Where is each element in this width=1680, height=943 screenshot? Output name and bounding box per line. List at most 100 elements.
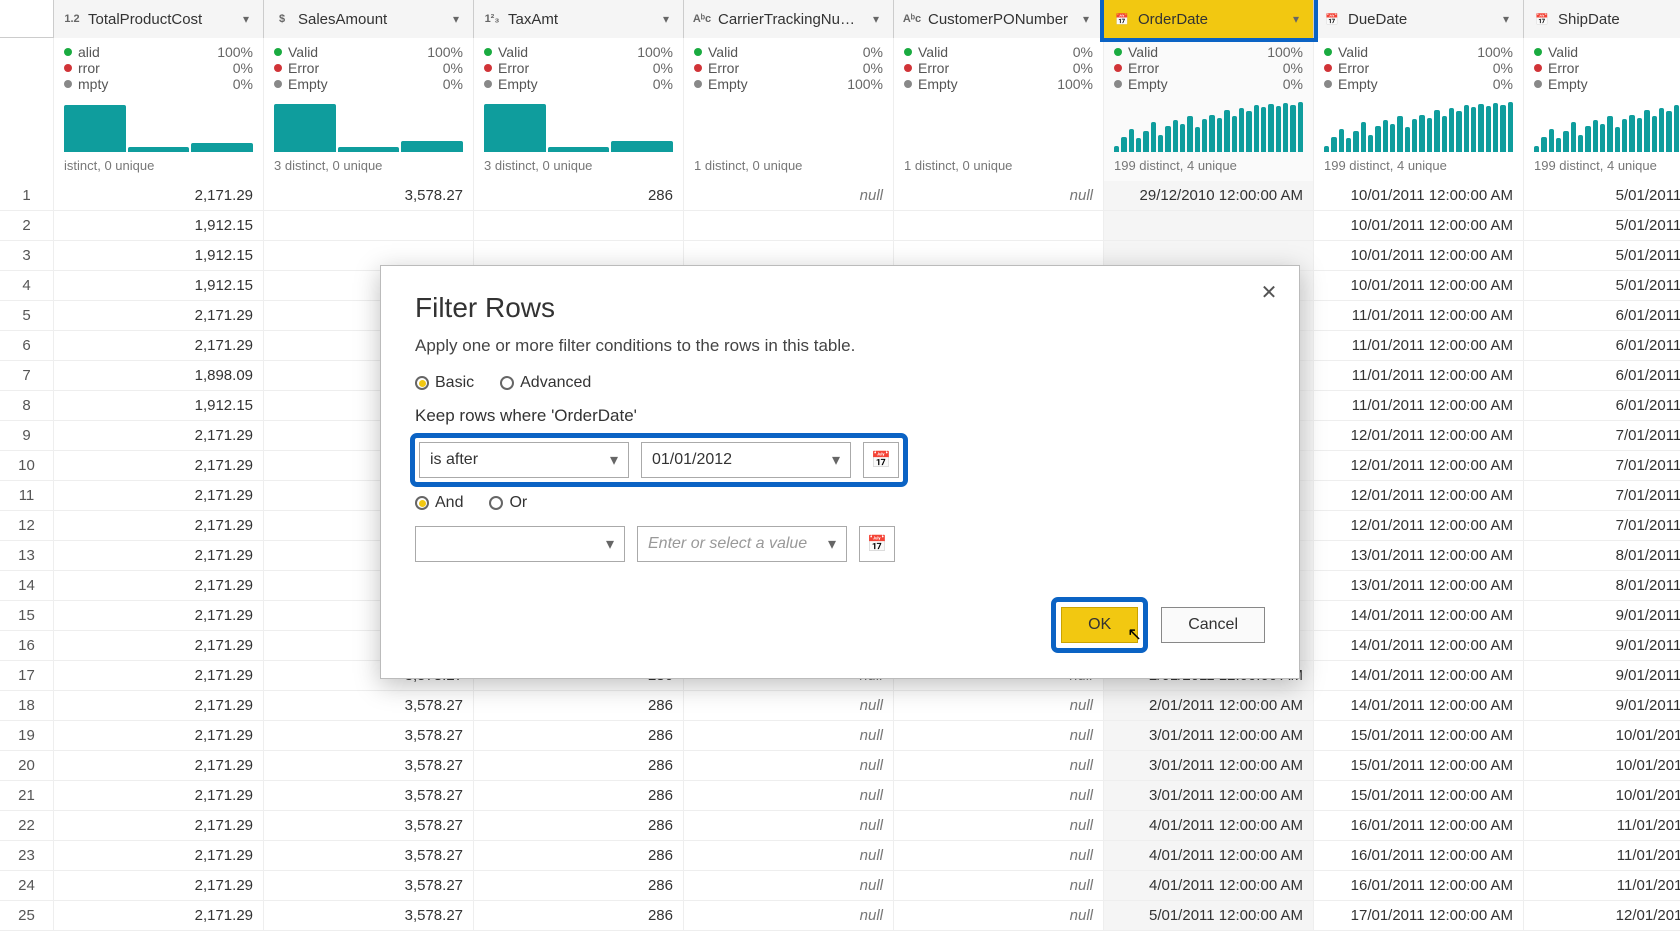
cell[interactable]: null — [684, 871, 894, 900]
cell[interactable]: 14/01/2011 12:00:00 AM — [1314, 601, 1524, 630]
table-row[interactable]: 252,171.293,578.27286nullnull5/01/2011 1… — [0, 901, 1680, 931]
radio-and[interactable]: And — [415, 494, 463, 512]
cell[interactable]: 1,912.15 — [54, 241, 264, 270]
close-icon[interactable]: ✕ — [1255, 278, 1283, 306]
cell[interactable]: 286 — [474, 751, 684, 780]
table-row[interactable]: 182,171.293,578.27286nullnull2/01/2011 1… — [0, 691, 1680, 721]
cell[interactable]: 286 — [474, 901, 684, 930]
cell[interactable]: null — [684, 781, 894, 810]
value-1-input[interactable]: 01/01/2012 — [641, 442, 851, 478]
table-row[interactable]: 12,171.293,578.27286nullnull29/12/2010 1… — [0, 181, 1680, 211]
cell[interactable] — [1104, 211, 1314, 240]
cell[interactable]: 16/01/2011 12:00:00 AM — [1314, 871, 1524, 900]
cell[interactable]: 11/01/2011 12:00:00 AM — [1314, 391, 1524, 420]
cell[interactable]: 3,578.27 — [264, 181, 474, 210]
cell[interactable]: null — [684, 181, 894, 210]
cell[interactable]: 286 — [474, 181, 684, 210]
cell[interactable]: 12/01/2011 12:00:00 AM — [1314, 451, 1524, 480]
cell[interactable]: 3,578.27 — [264, 751, 474, 780]
chevron-down-icon[interactable] — [867, 10, 885, 28]
cell[interactable] — [474, 211, 684, 240]
cell[interactable] — [684, 211, 894, 240]
cell[interactable]: null — [894, 181, 1104, 210]
cell[interactable]: 3,578.27 — [264, 871, 474, 900]
table-row[interactable]: 202,171.293,578.27286nullnull3/01/2011 1… — [0, 751, 1680, 781]
cell[interactable]: 10/01/2011 12:0 — [1524, 781, 1680, 810]
cell[interactable]: 286 — [474, 871, 684, 900]
cell[interactable]: 2,171.29 — [54, 181, 264, 210]
chevron-down-icon[interactable] — [1077, 10, 1095, 28]
chevron-down-icon[interactable] — [657, 10, 675, 28]
cell[interactable]: 2,171.29 — [54, 901, 264, 930]
ok-button[interactable]: OK — [1061, 607, 1138, 643]
cell[interactable]: 3,578.27 — [264, 841, 474, 870]
cell[interactable]: 16/01/2011 12:00:00 AM — [1314, 841, 1524, 870]
chevron-down-icon[interactable] — [447, 10, 465, 28]
operator-1-select[interactable]: is after — [419, 442, 629, 478]
cell[interactable]: 2,171.29 — [54, 751, 264, 780]
cell[interactable]: 2,171.29 — [54, 871, 264, 900]
cell[interactable]: 10/01/2011 12:00:00 AM — [1314, 241, 1524, 270]
cell[interactable]: 7/01/2011 12:00 — [1524, 511, 1680, 540]
cell[interactable]: 6/01/2011 12:00 — [1524, 361, 1680, 390]
cell[interactable]: null — [894, 901, 1104, 930]
cell[interactable]: 17/01/2011 12:00:00 AM — [1314, 901, 1524, 930]
cell[interactable]: 5/01/2011 12:00 — [1524, 241, 1680, 270]
cell[interactable]: null — [894, 721, 1104, 750]
cell[interactable]: 1,912.15 — [54, 391, 264, 420]
cell[interactable]: 286 — [474, 811, 684, 840]
cell[interactable]: 2,171.29 — [54, 601, 264, 630]
cell[interactable]: 5/01/2011 12:00 — [1524, 271, 1680, 300]
cell[interactable]: 3,578.27 — [264, 811, 474, 840]
column-header-shipdate[interactable]: 📅 ShipDate — [1524, 0, 1680, 38]
cell[interactable]: 2,171.29 — [54, 421, 264, 450]
cell[interactable]: 3,578.27 — [264, 691, 474, 720]
table-row[interactable]: 232,171.293,578.27286nullnull4/01/2011 1… — [0, 841, 1680, 871]
cell[interactable] — [894, 211, 1104, 240]
cell[interactable]: 7/01/2011 12:00 — [1524, 451, 1680, 480]
chevron-down-icon[interactable] — [237, 10, 255, 28]
cell[interactable]: null — [684, 721, 894, 750]
cell[interactable]: 2,171.29 — [54, 571, 264, 600]
cell[interactable]: 10/01/2011 12:00:00 AM — [1314, 181, 1524, 210]
cell[interactable]: 3,578.27 — [264, 901, 474, 930]
cell[interactable]: 4/01/2011 12:00:00 AM — [1104, 871, 1314, 900]
table-row[interactable]: 21,912.1510/01/2011 12:00:00 AM5/01/2011… — [0, 211, 1680, 241]
cell[interactable]: 2,171.29 — [54, 481, 264, 510]
cell[interactable]: null — [894, 871, 1104, 900]
cell[interactable]: 14/01/2011 12:00:00 AM — [1314, 661, 1524, 690]
cell[interactable]: null — [684, 751, 894, 780]
cell[interactable]: 2,171.29 — [54, 811, 264, 840]
cell[interactable]: 11/01/2011 12:0 — [1524, 811, 1680, 840]
cell[interactable] — [264, 211, 474, 240]
cell[interactable]: 2,171.29 — [54, 691, 264, 720]
cell[interactable]: 1,912.15 — [54, 211, 264, 240]
cell[interactable]: 10/01/2011 12:0 — [1524, 721, 1680, 750]
cell[interactable]: 10/01/2011 12:0 — [1524, 751, 1680, 780]
cell[interactable]: 5/01/2011 12:00:00 AM — [1104, 901, 1314, 930]
cell[interactable]: 10/01/2011 12:00:00 AM — [1314, 271, 1524, 300]
table-row[interactable]: 242,171.293,578.27286nullnull4/01/2011 1… — [0, 871, 1680, 901]
cell[interactable]: 3,578.27 — [264, 721, 474, 750]
cell[interactable]: 2,171.29 — [54, 841, 264, 870]
cell[interactable]: 3,578.27 — [264, 781, 474, 810]
column-header-customerponumber[interactable]: Aᵇc CustomerPONumber — [894, 0, 1104, 38]
cell[interactable]: 6/01/2011 12:00 — [1524, 301, 1680, 330]
cell[interactable]: 29/12/2010 12:00:00 AM — [1104, 181, 1314, 210]
cell[interactable]: 3/01/2011 12:00:00 AM — [1104, 751, 1314, 780]
cell[interactable]: 2,171.29 — [54, 781, 264, 810]
cell[interactable]: 12/01/2011 12:0 — [1524, 901, 1680, 930]
cell[interactable]: 2,171.29 — [54, 451, 264, 480]
cell[interactable]: 1,898.09 — [54, 361, 264, 390]
cell[interactable]: 3/01/2011 12:00:00 AM — [1104, 781, 1314, 810]
cell[interactable]: 9/01/2011 12:00 — [1524, 631, 1680, 660]
radio-advanced[interactable]: Advanced — [500, 374, 591, 392]
cell[interactable]: null — [894, 751, 1104, 780]
column-header-taxamt[interactable]: 1²₃ TaxAmt — [474, 0, 684, 38]
cell[interactable]: 12/01/2011 12:00:00 AM — [1314, 511, 1524, 540]
cell[interactable]: 13/01/2011 12:00:00 AM — [1314, 571, 1524, 600]
cell[interactable]: 9/01/2011 12:00 — [1524, 601, 1680, 630]
cell[interactable]: 2,171.29 — [54, 541, 264, 570]
cell[interactable]: 7/01/2011 12:00 — [1524, 421, 1680, 450]
calendar-1-button[interactable]: 📅 — [863, 442, 899, 478]
